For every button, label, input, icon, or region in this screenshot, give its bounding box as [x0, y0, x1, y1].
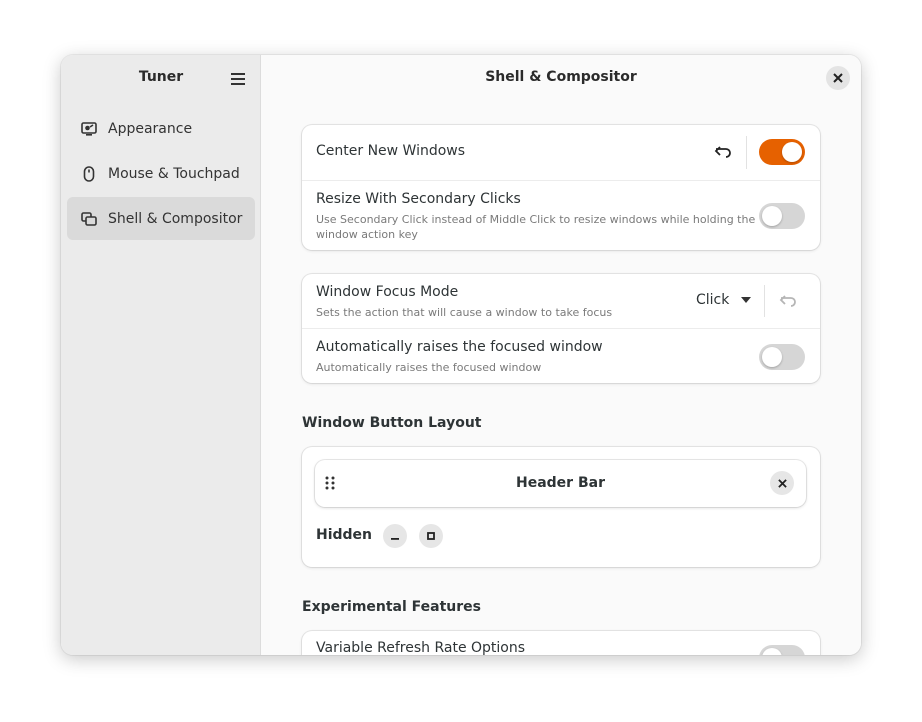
- header-bar-label: Header Bar: [516, 475, 605, 491]
- resize-secondary-row: Resize With Secondary Clicks Use Seconda…: [302, 180, 820, 250]
- app-window: Tuner Appearance Mouse & Touchpad Shell …: [61, 55, 861, 655]
- auto-raise-row: Automatically raises the focused window …: [302, 328, 820, 383]
- sidebar: Tuner Appearance Mouse & Touchpad Shell …: [61, 55, 261, 655]
- close-icon: [777, 478, 787, 488]
- minimize-icon: [391, 538, 399, 540]
- sidebar-item-label: Mouse & Touchpad: [108, 165, 240, 182]
- header-bar-close-button[interactable]: [770, 471, 794, 495]
- dropdown-arrow-icon: [741, 297, 752, 303]
- separator: [746, 136, 747, 169]
- sidebar-item-mouse-touchpad[interactable]: Mouse & Touchpad: [67, 152, 255, 195]
- switch-knob: [762, 648, 782, 655]
- experimental-features-heading: Experimental Features: [302, 599, 482, 615]
- undo-icon: [779, 295, 796, 307]
- center-new-windows-switch[interactable]: [759, 139, 805, 165]
- main-menu-button[interactable]: [227, 68, 249, 90]
- sidebar-header: Tuner: [61, 55, 260, 101]
- resize-secondary-subtitle: Use Secondary Click instead of Middle Cl…: [316, 213, 756, 241]
- focus-settings-card: Window Focus Mode Sets the action that w…: [302, 274, 820, 383]
- close-window-button[interactable]: [826, 66, 850, 90]
- main-header: Shell & Compositor: [261, 55, 861, 101]
- focus-mode-value: Click: [696, 292, 730, 308]
- auto-raise-switch[interactable]: [759, 344, 805, 370]
- windows-settings-card: Center New Windows Resize With Secondary…: [302, 125, 820, 250]
- reset-focus-mode-button[interactable]: [776, 289, 800, 313]
- switch-knob: [782, 142, 802, 162]
- button-layout-card: Header Bar Hidden: [302, 447, 820, 567]
- minimize-button[interactable]: [383, 524, 407, 548]
- window-focus-mode-row: Window Focus Mode Sets the action that w…: [302, 274, 820, 328]
- sidebar-item-shell-compositor[interactable]: Shell & Compositor: [67, 197, 255, 240]
- window-button-layout-heading: Window Button Layout: [302, 415, 482, 431]
- focus-mode-dropdown[interactable]: Click: [696, 292, 752, 308]
- resize-secondary-switch[interactable]: [759, 203, 805, 229]
- sidebar-item-label: Shell & Compositor: [108, 210, 243, 227]
- auto-raise-subtitle: Automatically raises the focused window: [316, 361, 542, 374]
- sidebar-item-label: Appearance: [108, 120, 193, 137]
- center-new-windows-title: Center New Windows: [316, 143, 466, 159]
- vrr-switch[interactable]: [759, 645, 805, 655]
- separator: [764, 285, 765, 317]
- resize-secondary-title: Resize With Secondary Clicks: [316, 191, 521, 207]
- auto-raise-title: Automatically raises the focused window: [316, 339, 603, 355]
- hamburger-menu-icon: [231, 73, 245, 85]
- center-new-windows-row: Center New Windows: [302, 125, 820, 180]
- mouse-icon: [80, 165, 98, 183]
- main-content: Shell & Compositor Center New Windows Re…: [261, 55, 861, 655]
- switch-knob: [762, 206, 782, 226]
- close-icon: [833, 73, 843, 83]
- windows-icon: [80, 210, 98, 228]
- hidden-buttons-label: Hidden: [316, 527, 373, 543]
- window-focus-mode-subtitle: Sets the action that will cause a window…: [316, 306, 613, 319]
- window-focus-mode-title: Window Focus Mode: [316, 284, 459, 300]
- switch-knob: [762, 347, 782, 367]
- sidebar-item-appearance[interactable]: Appearance: [67, 107, 255, 150]
- reset-center-new-windows-button[interactable]: [711, 140, 735, 164]
- vrr-title: Variable Refresh Rate Options: [316, 640, 526, 655]
- vrr-row: Variable Refresh Rate Options: [302, 631, 820, 655]
- undo-icon: [714, 146, 731, 158]
- page-title: Shell & Compositor: [485, 69, 637, 85]
- experimental-card: Variable Refresh Rate Options: [302, 631, 820, 655]
- maximize-button[interactable]: [419, 524, 443, 548]
- header-bar-layout: Header Bar: [315, 460, 806, 507]
- maximize-icon: [427, 532, 435, 540]
- appearance-icon: [80, 120, 98, 138]
